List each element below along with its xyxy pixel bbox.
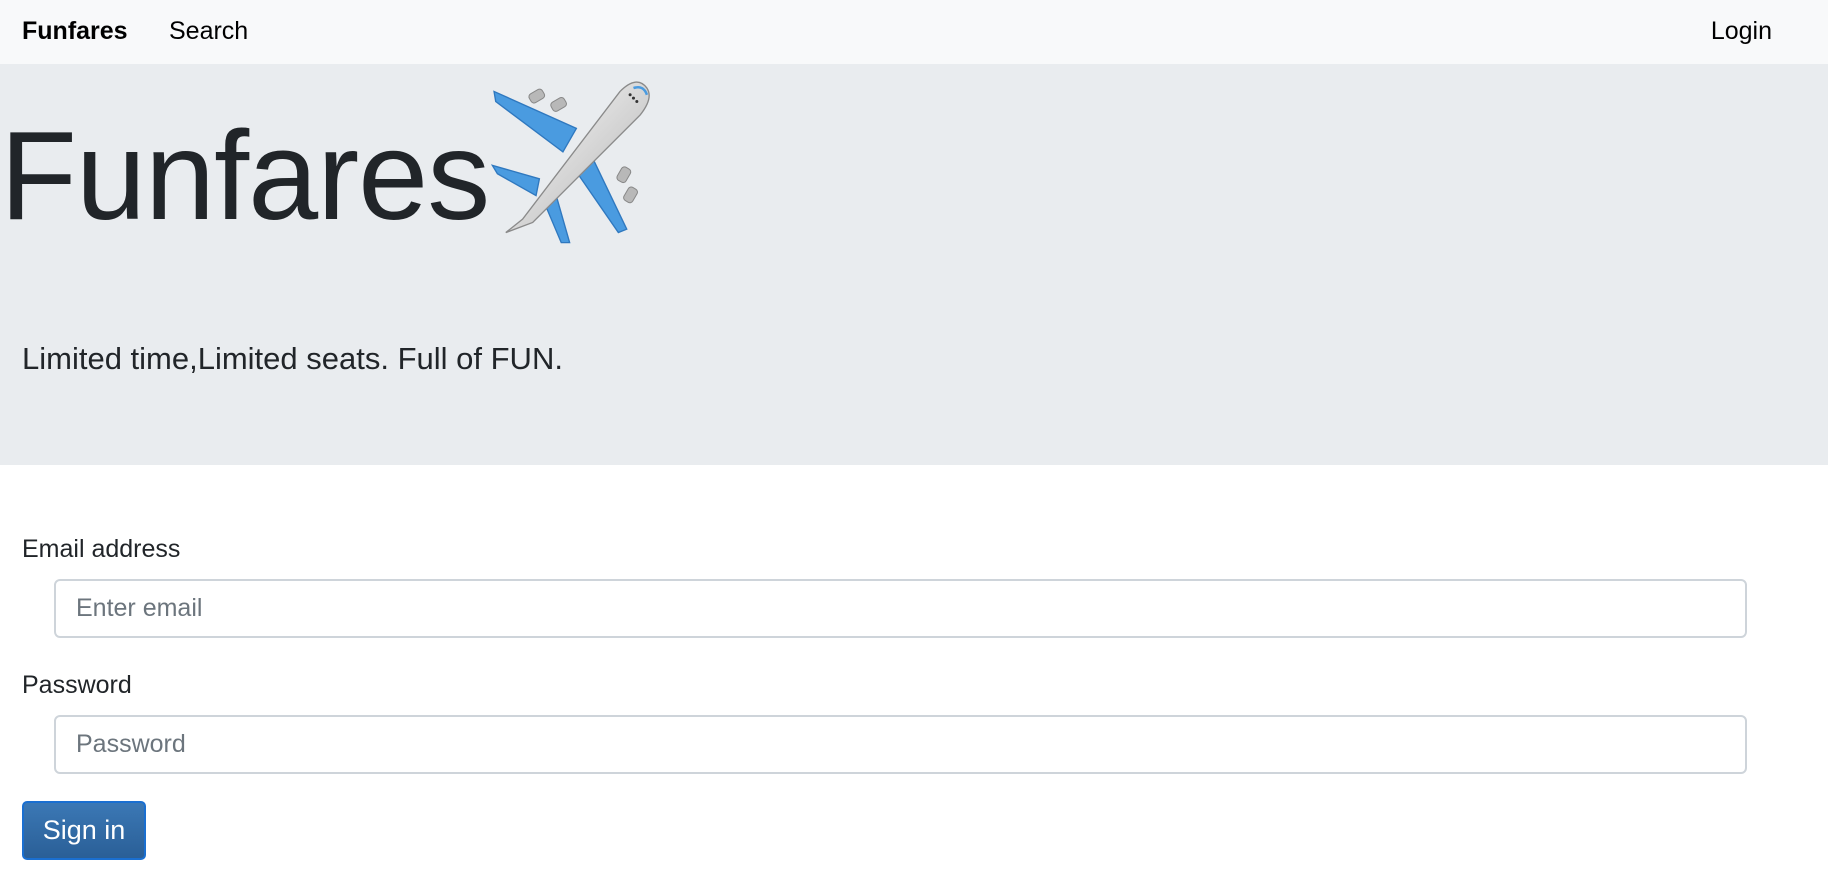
- email-label: Email address: [22, 535, 181, 563]
- nav-link-login[interactable]: Login: [1711, 15, 1772, 47]
- nav-link-search[interactable]: Search: [169, 15, 248, 47]
- hero-heading: Funfares: [0, 81, 657, 246]
- sign-in-button[interactable]: Sign in: [22, 801, 146, 860]
- navbar: Funfares Search Login: [0, 0, 1828, 64]
- password-label: Password: [22, 671, 132, 699]
- hero-title-text: Funfares: [0, 105, 490, 246]
- email-input[interactable]: [54, 579, 1747, 638]
- airplane-icon: [491, 81, 651, 244]
- hero-tagline: Limited time,Limited seats. Full of FUN.: [22, 341, 563, 376]
- password-input[interactable]: [54, 715, 1747, 774]
- navbar-brand-link[interactable]: Funfares: [22, 15, 128, 47]
